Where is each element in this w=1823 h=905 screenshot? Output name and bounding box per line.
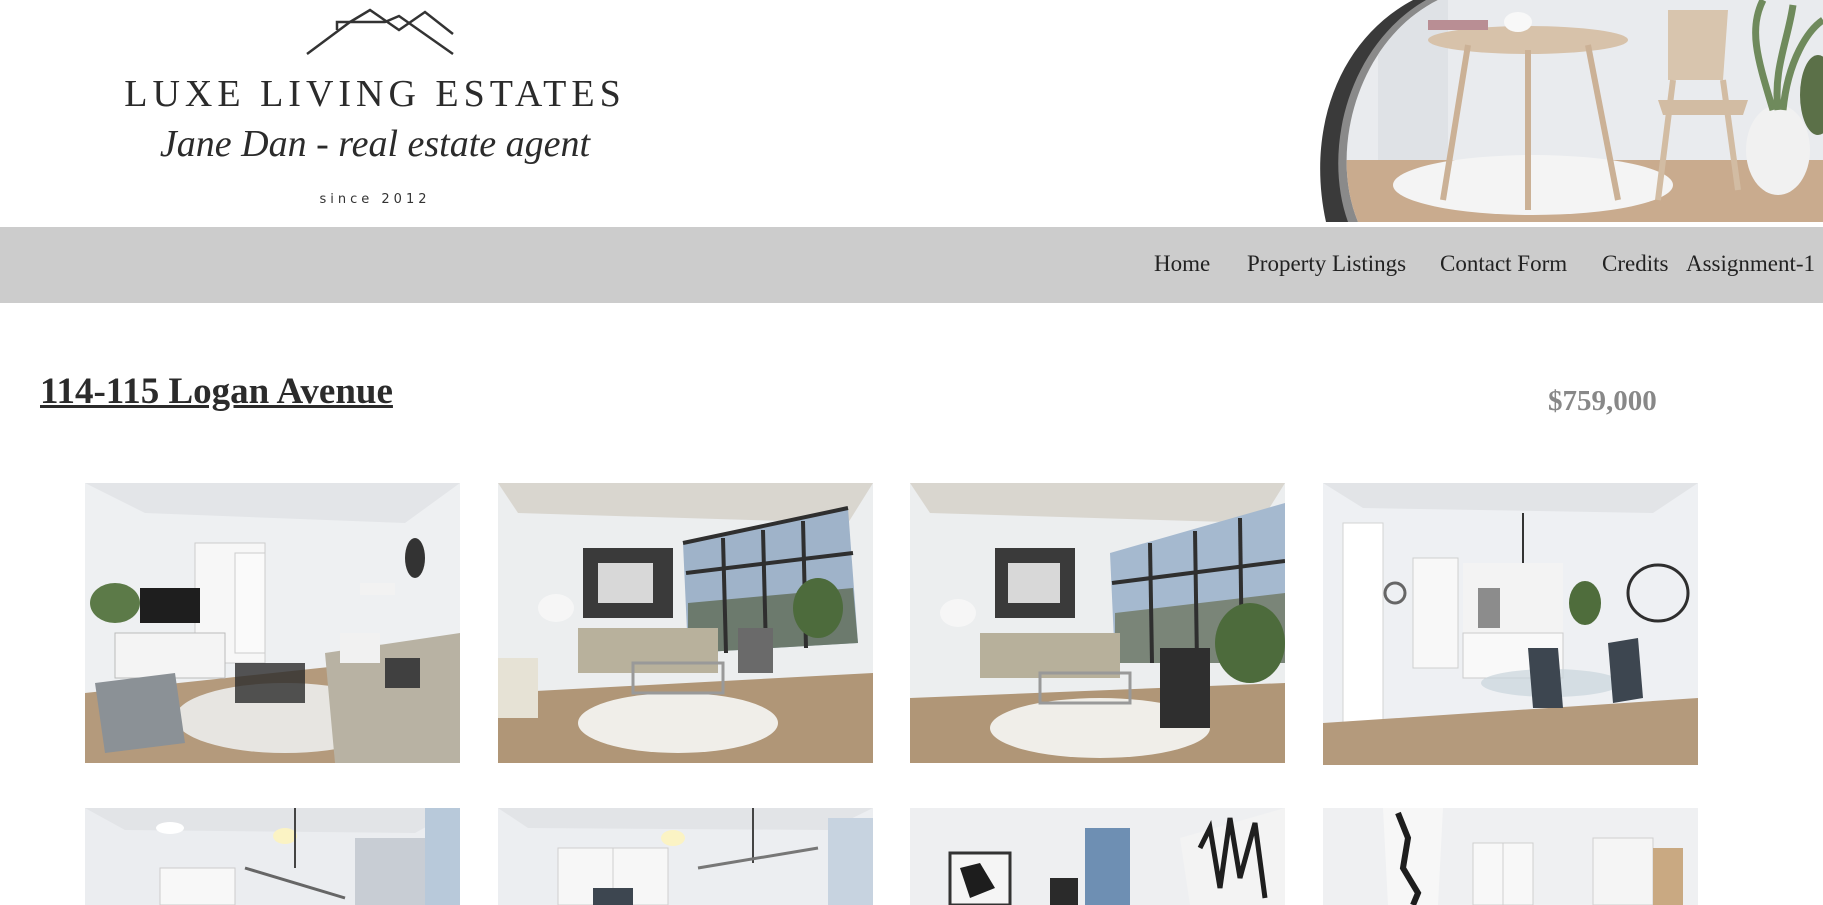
photo-living-room-view[interactable] (910, 483, 1285, 763)
since-text: since 2012 (319, 192, 431, 207)
site-header: LUXE LIVING ESTATES Jane Dan - real esta… (0, 0, 1823, 227)
photo-dining-kitchen[interactable] (1323, 483, 1698, 765)
agent-tagline: Jane Dan - real estate agent (159, 123, 591, 165)
nav-home[interactable]: Home (1154, 251, 1210, 277)
main-nav: Home Property Listings Contact Form Cred… (0, 227, 1823, 303)
nav-assignment-1[interactable]: Assignment-1 (1686, 251, 1815, 277)
site-logo[interactable]: LUXE LIVING ESTATES Jane Dan - real esta… (110, 6, 640, 207)
photo-dining-room[interactable] (85, 808, 460, 905)
house-roof-icon (306, 8, 454, 56)
nav-property-listings[interactable]: Property Listings (1247, 251, 1406, 277)
listing-address: 114-115 Logan Avenue (40, 371, 393, 412)
nav-credits[interactable]: Credits (1602, 251, 1668, 277)
photo-living-room-tv[interactable] (85, 483, 460, 763)
photo-hallway-art[interactable] (910, 808, 1285, 905)
photo-living-room-windows[interactable] (498, 483, 873, 763)
photo-kitchen[interactable] (498, 808, 873, 905)
photo-entry-hallway[interactable] (1323, 808, 1698, 905)
nav-contact-form[interactable]: Contact Form (1440, 251, 1567, 277)
listing-price: $759,000 (1548, 385, 1657, 417)
hero-photo (1320, 0, 1823, 222)
brand-name: LUXE LIVING ESTATES (124, 73, 626, 115)
